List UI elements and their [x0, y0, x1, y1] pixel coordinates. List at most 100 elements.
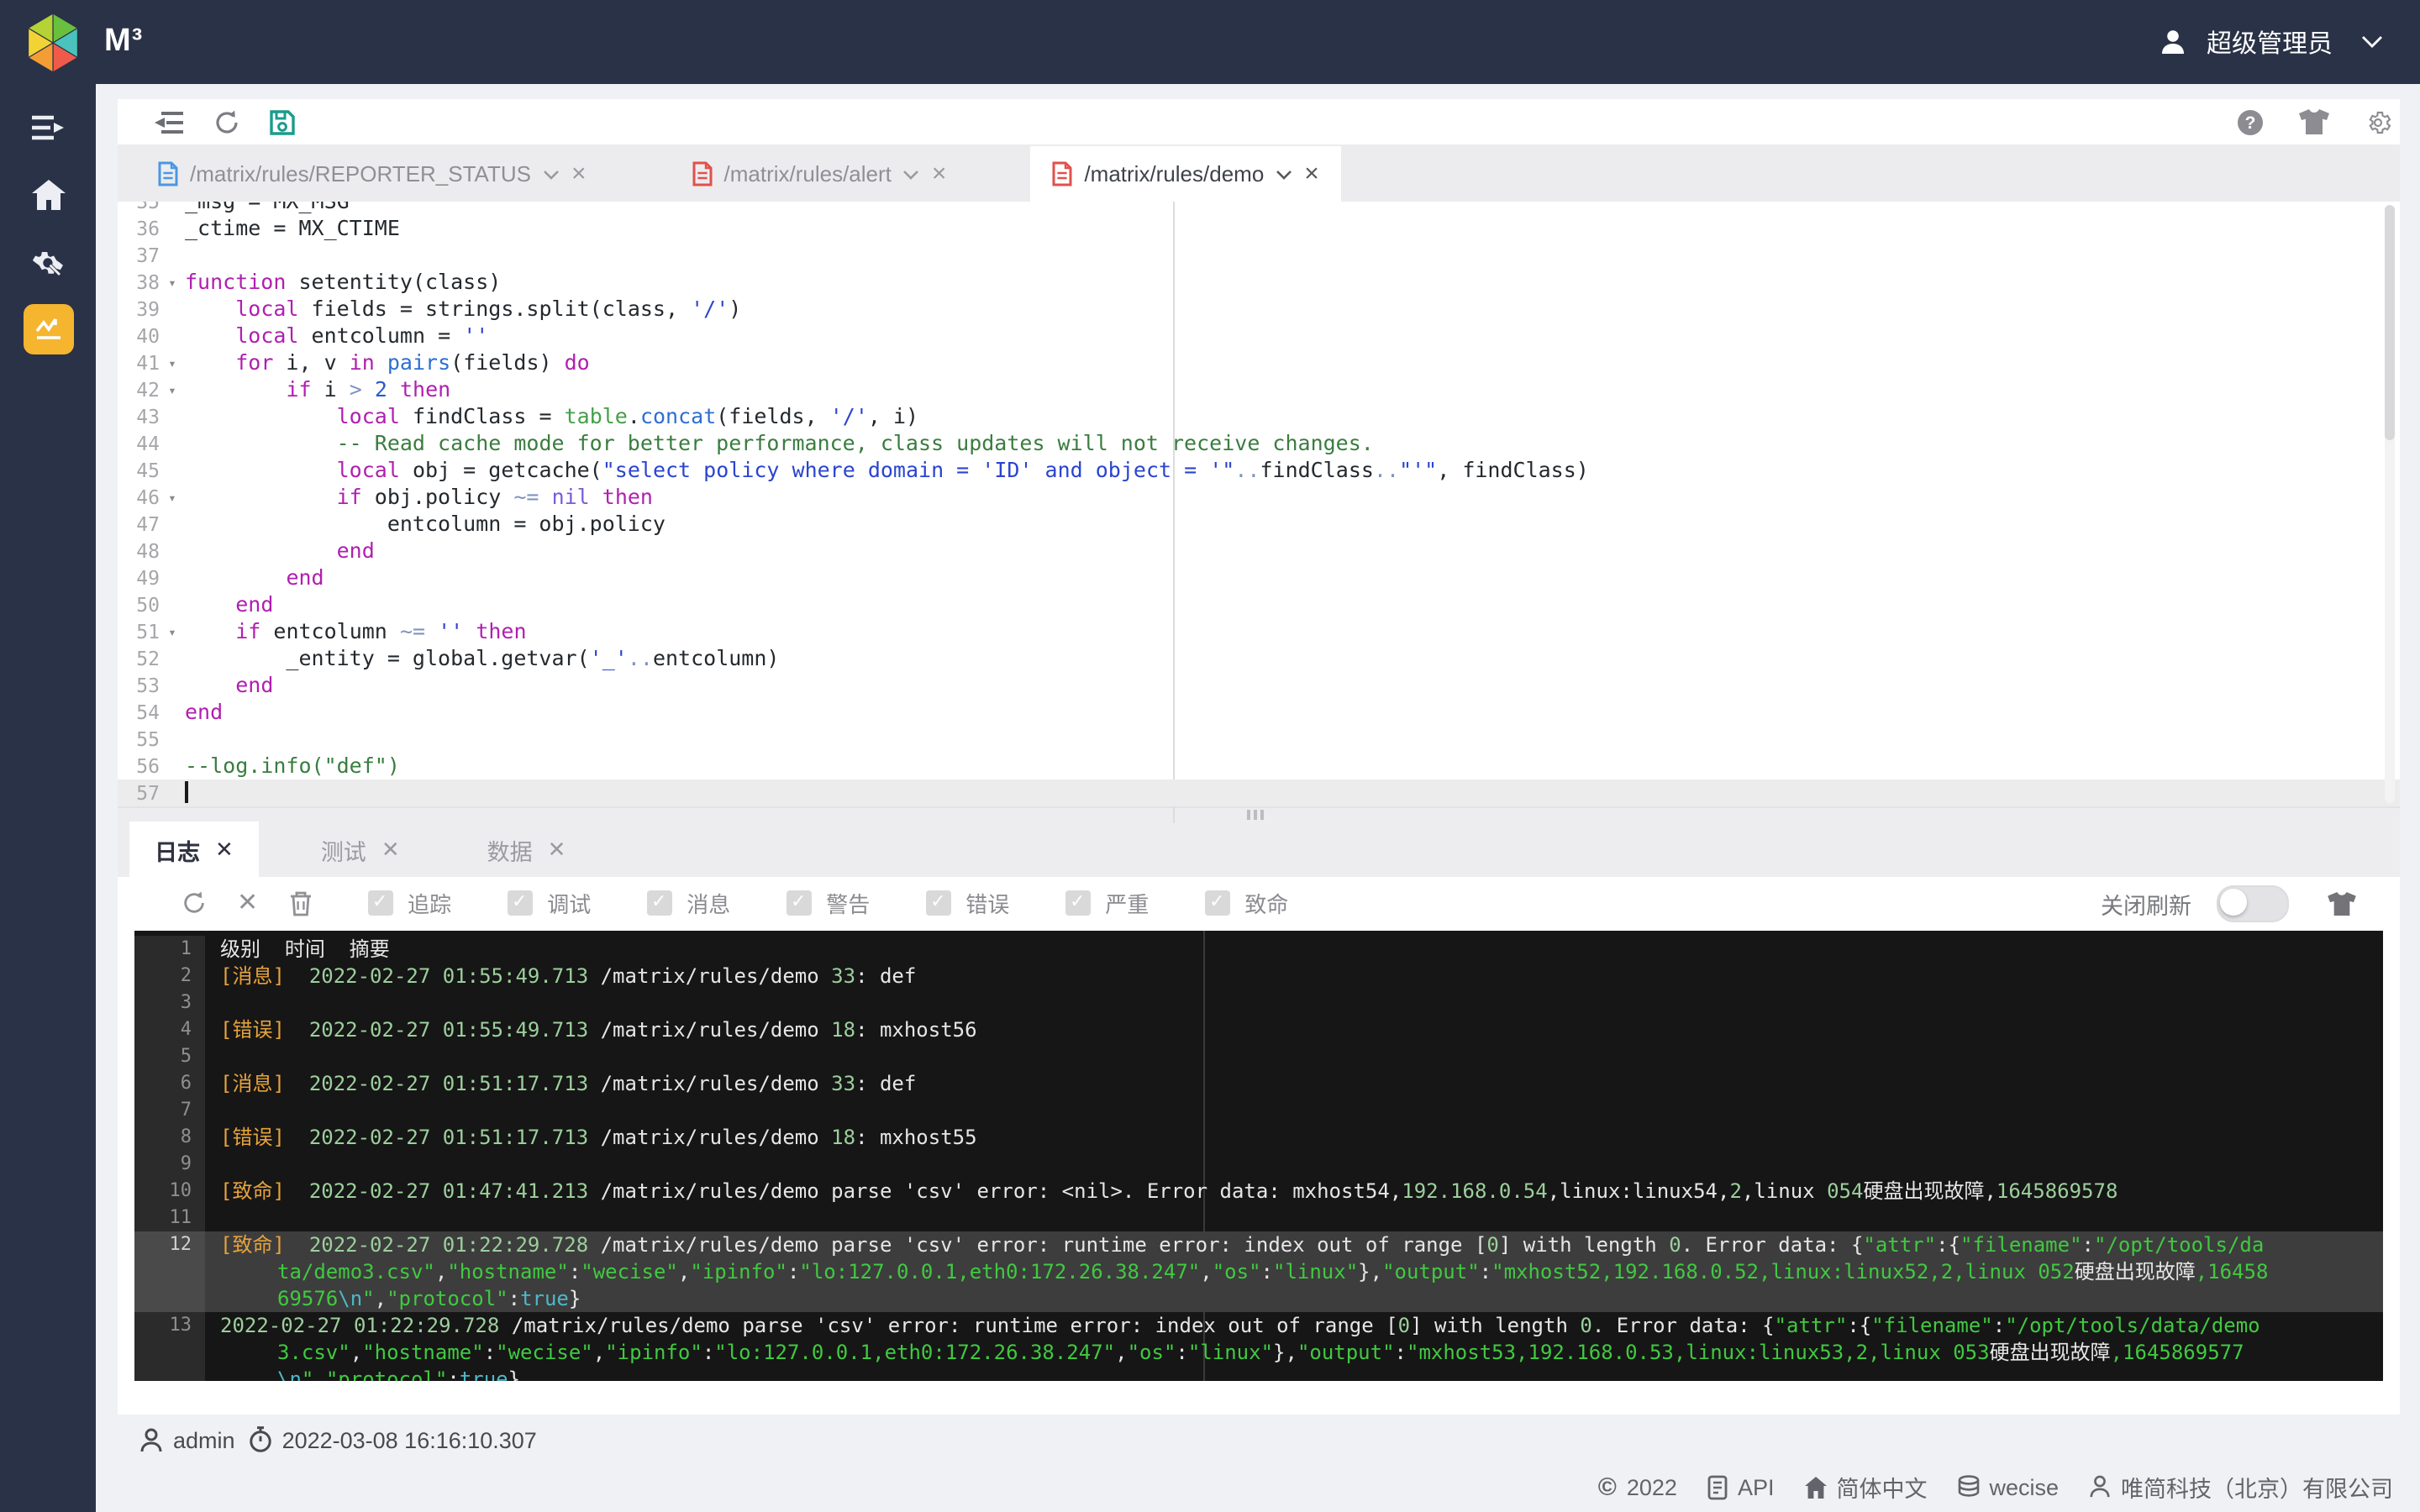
log-toolbar: ✕ ✓ 追踪 ✓ 调试 ✓ 消息 ✓ 警告 ✓ 错误 ✓ 严重 ✓ 致命 关闭刷新: [118, 877, 2400, 929]
save-icon[interactable]: [269, 108, 296, 135]
log-stop-icon[interactable]: ✕: [237, 890, 258, 916]
sidebar-expand-icon[interactable]: [0, 97, 96, 158]
app-root: M³ 超级管理员 ? /matrix/rules/REPORTER_STATUS…: [0, 0, 2420, 1512]
checkbox-checked-icon[interactable]: ✓: [786, 890, 812, 916]
log-line-7[interactable]: 7: [134, 1097, 2383, 1124]
collapse-panel-icon[interactable]: [155, 110, 185, 134]
status-clock-icon: [249, 1426, 272, 1453]
footer-brand[interactable]: wecise: [1957, 1474, 2059, 1499]
sidebar-settings-icon[interactable]: [0, 232, 96, 292]
filter-label: 调试: [547, 892, 592, 917]
theme-tshirt-icon[interactable]: [2299, 109, 2329, 134]
auto-refresh-toggle-label: 关闭刷新: [2101, 893, 2191, 918]
checkbox-checked-icon[interactable]: ✓: [507, 890, 533, 916]
checkbox-checked-icon[interactable]: ✓: [367, 890, 393, 916]
filter-警告[interactable]: ✓ 警告: [786, 887, 870, 919]
tab-chevron-icon[interactable]: [903, 169, 920, 179]
app-logo-icon[interactable]: [22, 9, 84, 75]
log-line-11[interactable]: 11: [134, 1205, 2383, 1231]
tab-chevron-icon[interactable]: [1276, 169, 1292, 179]
log-refresh-icon[interactable]: [182, 890, 207, 916]
filter-严重[interactable]: ✓ 严重: [1065, 887, 1149, 919]
checkbox-checked-icon[interactable]: ✓: [1065, 890, 1091, 916]
tab-close-icon[interactable]: ×: [1304, 161, 1319, 186]
tab-label: /matrix/rules/demo: [1084, 161, 1265, 186]
checkbox-checked-icon[interactable]: ✓: [925, 890, 951, 916]
status-bar: admin 2022-03-08 16:16:10.307: [139, 1426, 537, 1453]
log-line-8[interactable]: 8 [错误] 2022-02-27 01:51:17.713 /matrix/ru…: [134, 1124, 2383, 1151]
tab-close-icon[interactable]: ×: [571, 161, 587, 186]
filter-消息[interactable]: ✓ 消息: [646, 887, 730, 919]
panel-tab-close-icon[interactable]: ✕: [548, 836, 566, 863]
help-icon[interactable]: ?: [2237, 108, 2264, 135]
status-time: 2022-03-08 16:16:10.307: [281, 1427, 537, 1452]
log-clear-trash-icon[interactable]: [288, 890, 312, 916]
app-title: M³: [104, 24, 144, 59]
checkbox-checked-icon[interactable]: ✓: [646, 890, 672, 916]
code-editor[interactable]: 35_msg = MX_MSG 36_ctime = MX_CTIME 3738▾f…: [118, 202, 2400, 806]
panel-tab-数据[interactable]: 数据 ✕: [462, 822, 592, 877]
log-line-6[interactable]: 6 [消息] 2022-02-27 01:51:17.713 /matrix/ru…: [134, 1070, 2383, 1097]
footer-language[interactable]: 简体中文: [1804, 1470, 1927, 1504]
user-menu[interactable]: 超级管理员: [2158, 0, 2383, 84]
code-line-45: 45 local obj = getcache("select policy w…: [136, 457, 1589, 482]
editor-vertical-scrollbar[interactable]: [2385, 205, 2395, 803]
sidebar-analytics-icon[interactable]: [0, 299, 96, 360]
top-bar: M³ 超级管理员: [0, 0, 2420, 84]
log-level-filters: ✓ 追踪 ✓ 调试 ✓ 消息 ✓ 警告 ✓ 错误 ✓ 严重 ✓ 致命: [367, 887, 1288, 919]
log-console[interactable]: 1 级别 时间 摘要 2 [消息] 2022-02-27 01:55:49.713 /…: [134, 931, 2383, 1381]
log-line-3[interactable]: 3: [134, 990, 2383, 1016]
code-line-40: 40 local entcolumn = '': [136, 323, 489, 348]
document-icon: [1707, 1474, 1728, 1499]
sidebar-home-icon[interactable]: [0, 165, 96, 225]
filter-调试[interactable]: ✓ 调试: [507, 887, 591, 919]
log-line-10[interactable]: 10 [致命] 2022-02-27 01:47:41.213 /matrix/r…: [134, 1178, 2383, 1205]
tab-chevron-icon[interactable]: [543, 169, 560, 179]
editor-horizontal-scrollbar[interactable]: [1247, 810, 1264, 820]
editor-tab-bar: /matrix/rules/REPORTER_STATUS ×/matrix/ru…: [118, 146, 2400, 202]
settings-gear-icon[interactable]: [2365, 108, 2391, 135]
filter-label: 严重: [1105, 892, 1150, 917]
panel-tab-close-icon[interactable]: ✕: [215, 836, 234, 863]
filter-label: 致命: [1244, 892, 1289, 917]
code-line-55: 55: [136, 727, 160, 751]
refresh-icon[interactable]: [213, 108, 240, 135]
filter-label: 消息: [687, 892, 731, 917]
editor-tab-alert[interactable]: /matrix/rules/alert ×: [671, 146, 969, 202]
footer-api-link[interactable]: API: [1707, 1474, 1774, 1499]
log-line-1[interactable]: 1 级别 时间 摘要: [134, 936, 2383, 963]
code-line-46: 46 ▾ if obj.policy ~= nil then: [136, 484, 653, 509]
log-line-13[interactable]: 13 2022-02-27 01:22:29.728 /matrix/rules/…: [134, 1312, 2383, 1381]
editor-tab-demo[interactable]: /matrix/rules/demo ×: [1030, 146, 1341, 202]
tab-label: /matrix/rules/REPORTER_STATUS: [190, 161, 531, 186]
panel-tab-日志[interactable]: 日志 ✕: [129, 822, 259, 877]
person-icon: [2089, 1475, 2111, 1499]
code-line-47: 47 entcolumn = obj.policy: [136, 511, 666, 536]
code-line-54: 54 end: [136, 699, 224, 724]
panel-tab-label: 日志: [155, 839, 200, 864]
side-nav: [0, 84, 96, 1512]
checkbox-checked-icon[interactable]: ✓: [1204, 890, 1230, 916]
log-line-5[interactable]: 5: [134, 1043, 2383, 1070]
log-line-9[interactable]: 9: [134, 1151, 2383, 1178]
auto-refresh-toggle[interactable]: [2217, 885, 2289, 921]
log-theme-tshirt-icon[interactable]: [2328, 891, 2356, 915]
footer-company[interactable]: 唯简科技（北京）有限公司: [2089, 1470, 2393, 1504]
status-user-icon: [139, 1427, 163, 1452]
code-line-52: 52 _entity = global.getvar('_'..entcolum…: [136, 645, 780, 670]
panel-tab-测试[interactable]: 测试 ✕: [296, 822, 425, 877]
file-icon: [692, 161, 713, 186]
filter-追踪[interactable]: ✓ 追踪: [367, 887, 451, 919]
filter-致命[interactable]: ✓ 致命: [1204, 887, 1288, 919]
log-line-12[interactable]: 12 [致命] 2022-02-27 01:22:29.728 /matrix/r…: [134, 1231, 2383, 1312]
status-user: admin: [173, 1427, 235, 1452]
log-line-4[interactable]: 4 [错误] 2022-02-27 01:55:49.713 /matrix/ru…: [134, 1016, 2383, 1043]
svg-text:?: ?: [2245, 113, 2256, 132]
log-line-2[interactable]: 2 [消息] 2022-02-27 01:55:49.713 /matrix/ru…: [134, 963, 2383, 990]
tab-close-icon[interactable]: ×: [932, 161, 947, 186]
code-line-38: 38 ▾ function setentity(class): [136, 269, 502, 294]
filter-错误[interactable]: ✓ 错误: [925, 887, 1009, 919]
editor-tab-REPORTER_STATUS[interactable]: /matrix/rules/REPORTER_STATUS ×: [136, 146, 608, 202]
filter-label: 警告: [826, 892, 871, 917]
panel-tab-close-icon[interactable]: ✕: [381, 836, 400, 863]
